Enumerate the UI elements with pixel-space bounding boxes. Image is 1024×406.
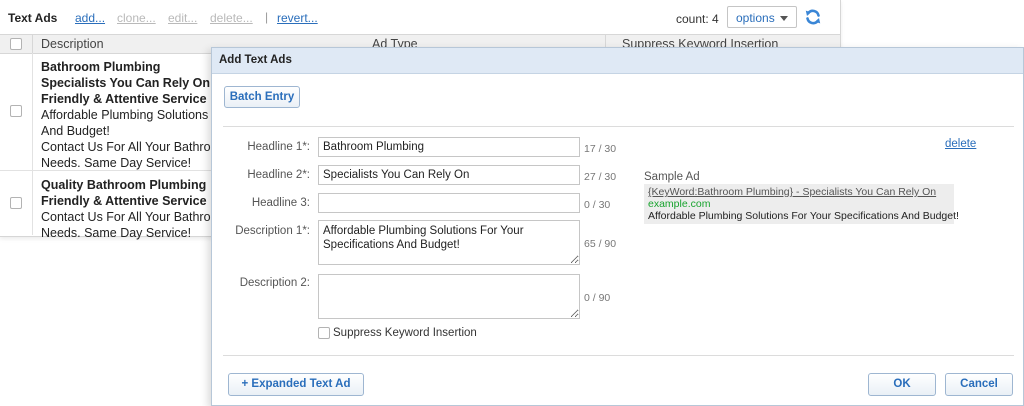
row-count: count: 4 bbox=[676, 12, 719, 26]
divider bbox=[223, 126, 1014, 127]
caret-down-icon bbox=[780, 16, 788, 21]
ad-description: Bathroom Plumbing Specialists You Can Re… bbox=[41, 59, 221, 171]
ad-headline: Friendly & Attentive Service bbox=[41, 194, 207, 208]
row-checkbox-cell bbox=[0, 53, 33, 170]
header-checkbox-cell bbox=[0, 35, 33, 53]
dialog-titlebar[interactable]: Add Text Ads bbox=[212, 48, 1023, 74]
ad-headline: Friendly & Attentive Service bbox=[41, 92, 207, 106]
ad-desc: Needs. Same Day Service! bbox=[41, 226, 192, 240]
description1-label: Description 1*: bbox=[235, 225, 310, 237]
batch-entry-button[interactable]: Batch Entry bbox=[224, 86, 300, 108]
ad-desc: Contact Us For All Your Bathro bbox=[41, 210, 211, 224]
headline1-label: Headline 1*: bbox=[247, 141, 310, 153]
sample-ad-preview: {KeyWord:Bathroom Plumbing} - Specialist… bbox=[644, 184, 959, 224]
delete-ad-link[interactable]: delete bbox=[945, 138, 976, 150]
sample-ad-url: example.com bbox=[648, 198, 711, 210]
revert-link[interactable]: revert... bbox=[277, 11, 318, 25]
select-all-checkbox[interactable] bbox=[10, 38, 22, 50]
description2-count: 0 / 90 bbox=[584, 292, 611, 304]
headline3-label: Headline 3: bbox=[251, 197, 310, 209]
headline2-count: 27 / 30 bbox=[584, 171, 617, 183]
options-dropdown[interactable]: options bbox=[727, 6, 797, 28]
ad-headline: Quality Bathroom Plumbing bbox=[41, 178, 207, 192]
divider bbox=[223, 355, 1014, 356]
headline3-count: 0 / 30 bbox=[584, 199, 611, 211]
delete-row-link: delete... bbox=[210, 11, 253, 25]
grid-toolbar: Text Ads add... clone... edit... delete.… bbox=[0, 0, 840, 34]
edit-link: edit... bbox=[168, 11, 198, 25]
headline3-input[interactable] bbox=[318, 193, 580, 213]
ad-desc: Contact Us For All Your Bathro bbox=[41, 140, 211, 154]
headline2-label: Headline 2*: bbox=[247, 169, 310, 181]
cancel-button[interactable]: Cancel bbox=[945, 373, 1013, 396]
add-text-ads-dialog: Add Text Ads Batch Entry Headline 1*: 17… bbox=[211, 47, 1024, 406]
toolbar-separator: | bbox=[265, 10, 269, 24]
ad-desc: And Budget! bbox=[41, 124, 110, 138]
ad-headline: Bathroom Plumbing bbox=[41, 60, 161, 74]
suppress-keyword-label[interactable]: Suppress Keyword Insertion bbox=[333, 327, 477, 339]
row-checkbox[interactable] bbox=[10, 105, 22, 117]
add-link[interactable]: add... bbox=[75, 11, 105, 25]
sample-ad-label: Sample Ad bbox=[644, 171, 700, 183]
ad-desc: Affordable Plumbing Solutions bbox=[41, 108, 209, 122]
description2-textarea[interactable] bbox=[318, 274, 580, 319]
row-checkbox-cell bbox=[0, 171, 33, 235]
refresh-icon[interactable] bbox=[804, 8, 822, 26]
description1-textarea[interactable]: Affordable Plumbing Solutions For Your S… bbox=[318, 220, 580, 265]
ad-description: Quality Bathroom Plumbing Friendly & Att… bbox=[41, 177, 221, 241]
ad-desc: Needs. Same Day Service! bbox=[41, 156, 192, 170]
ok-button[interactable]: OK bbox=[868, 373, 936, 396]
headline1-count: 17 / 30 bbox=[584, 143, 617, 155]
description1-count: 65 / 90 bbox=[584, 238, 617, 250]
ad-headline: Specialists You Can Rely On bbox=[41, 76, 211, 90]
headline2-input[interactable] bbox=[318, 165, 580, 185]
options-label: options bbox=[736, 11, 775, 25]
row-checkbox[interactable] bbox=[10, 197, 22, 209]
grid-title: Text Ads bbox=[8, 11, 58, 25]
suppress-keyword-checkbox[interactable] bbox=[318, 327, 330, 339]
headline1-input[interactable] bbox=[318, 137, 580, 157]
sample-ad-headline: {KeyWord:Bathroom Plumbing} - Specialist… bbox=[648, 186, 937, 198]
dialog-title: Add Text Ads bbox=[219, 54, 292, 66]
col-description[interactable]: Description bbox=[41, 37, 104, 51]
description2-label: Description 2: bbox=[239, 277, 310, 289]
sample-ad-description: Affordable Plumbing Solutions For Your S… bbox=[648, 210, 959, 222]
clone-link: clone... bbox=[117, 11, 156, 25]
expanded-text-ad-button[interactable]: + Expanded Text Ad bbox=[228, 373, 364, 396]
